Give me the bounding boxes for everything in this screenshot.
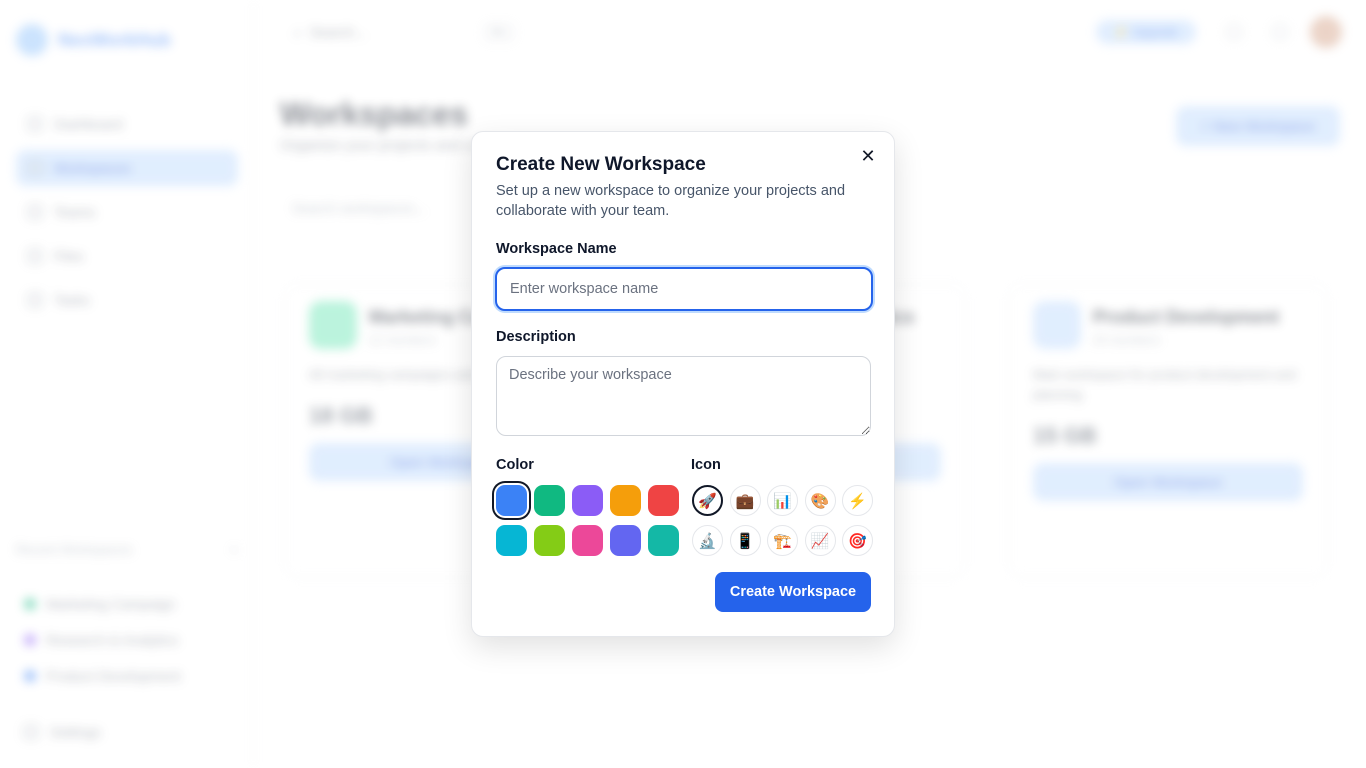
bar-chart-icon[interactable]: 📊 [767,485,798,516]
palette-icon[interactable]: 🎨 [804,485,836,516]
microscope-icon[interactable]: 🔬 [692,525,723,556]
color-swatch[interactable] [534,525,565,556]
line-chart-icon[interactable]: 📈 [804,525,836,556]
construction-icon[interactable]: 🏗️ [767,525,798,556]
color-picker [496,485,679,556]
dialog-title: Create New Workspace [496,154,706,175]
color-swatch[interactable] [572,485,603,516]
color-swatch[interactable] [610,525,641,556]
workspace-name-input[interactable] [495,267,873,311]
workspace-name-label: Workspace Name [496,241,617,257]
color-swatch[interactable] [496,525,527,556]
color-swatch[interactable] [648,485,679,516]
icon-label: Icon [691,457,721,473]
color-swatch[interactable] [534,485,565,516]
create-workspace-dialog: ✕ Create New Workspace Set up a new work… [471,131,895,637]
mobile-phone-icon[interactable]: 📱 [729,525,761,556]
lightning-icon[interactable]: ⚡ [842,485,873,516]
create-workspace-button[interactable]: Create Workspace [715,572,871,612]
color-swatch[interactable] [572,525,603,556]
description-textarea[interactable] [496,356,871,436]
target-icon[interactable]: 🎯 [842,525,873,556]
color-swatch[interactable] [648,525,679,556]
color-swatch[interactable] [610,485,641,516]
briefcase-icon[interactable]: 💼 [729,485,761,516]
color-label: Color [496,457,534,473]
icon-picker: 🚀 💼 📊 🎨 ⚡ 🔬 📱 🏗️ 📈 🎯 [692,485,873,556]
close-icon[interactable]: ✕ [860,147,876,165]
dialog-description: Set up a new workspace to organize your … [496,183,846,219]
rocket-icon[interactable]: 🚀 [692,485,723,516]
color-swatch[interactable] [496,485,527,516]
description-label: Description [496,329,576,345]
